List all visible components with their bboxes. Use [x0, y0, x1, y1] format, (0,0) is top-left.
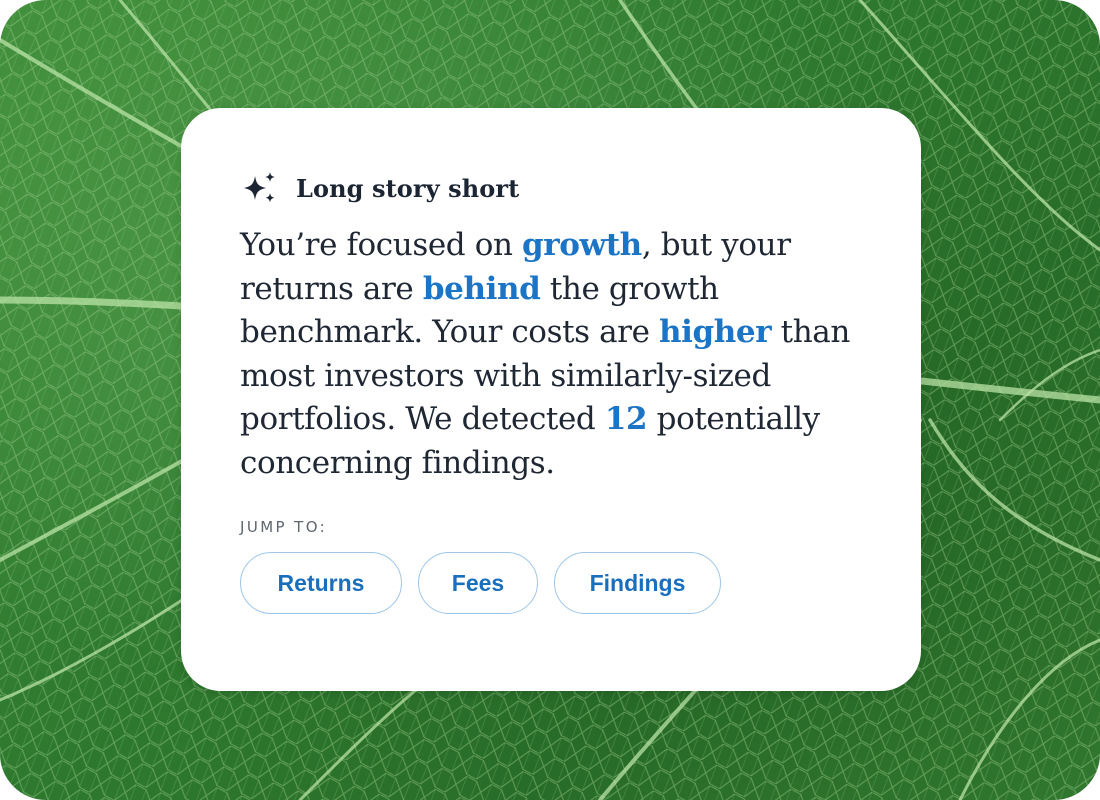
card-header: Long story short: [240, 170, 863, 206]
card-title: Long story short: [296, 173, 520, 203]
sparkle-icon: [240, 170, 280, 206]
findings-button[interactable]: Findings: [554, 552, 721, 614]
summary-text: You’re focused on growth, but your retur…: [240, 224, 863, 485]
highlight-higher: higher: [659, 314, 772, 350]
jump-to-label: JUMP TO:: [240, 518, 328, 536]
highlight-growth: growth: [521, 227, 642, 263]
highlight-behind: behind: [422, 270, 541, 307]
returns-button[interactable]: Returns: [240, 552, 402, 614]
highlight-findings-count: 12: [604, 401, 648, 437]
jump-to-buttons: Returns Fees Findings: [240, 552, 863, 614]
summary-card: Long story short You’re focused on growt…: [181, 108, 921, 691]
fees-button[interactable]: Fees: [418, 552, 538, 614]
leaf-background: Long story short You’re focused on growt…: [0, 0, 1100, 800]
summary-segment: You’re focused on: [240, 227, 522, 263]
